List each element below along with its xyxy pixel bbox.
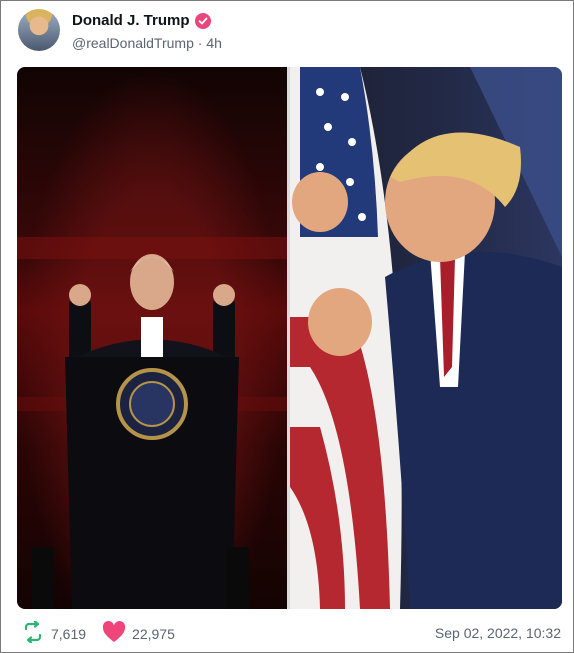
heart-icon[interactable] (102, 621, 126, 646)
meta-separator: · (197, 35, 203, 51)
photo-right[interactable] (290, 67, 562, 609)
photo-right-image (290, 67, 562, 609)
author-name-row: Donald J. Trump (72, 12, 211, 29)
retweet-stat[interactable]: 7,619 (21, 620, 87, 646)
post-time-ago[interactable]: 4h (206, 35, 222, 51)
retweet-count: 7,619 (51, 625, 87, 642)
author-avatar[interactable] (18, 9, 60, 51)
author-handle[interactable]: @realDonaldTrump (72, 35, 194, 51)
post-card: Donald J. Trump @realDonaldTrump · 4h 7,… (0, 0, 574, 653)
like-stat[interactable]: 22,975 (102, 621, 175, 646)
photo-left-image (17, 237, 287, 609)
like-count: 22,975 (132, 625, 175, 642)
post-stats: 7,619 22,975 (21, 620, 191, 646)
author-display-name[interactable]: Donald J. Trump (72, 12, 190, 29)
author-meta: @realDonaldTrump · 4h (72, 35, 222, 51)
retweet-icon[interactable] (21, 620, 45, 646)
verified-badge-icon (194, 12, 211, 29)
post-media[interactable] (17, 67, 562, 609)
post-timestamp[interactable]: Sep 02, 2022, 10:32 (435, 625, 561, 641)
photo-left[interactable] (17, 67, 287, 609)
